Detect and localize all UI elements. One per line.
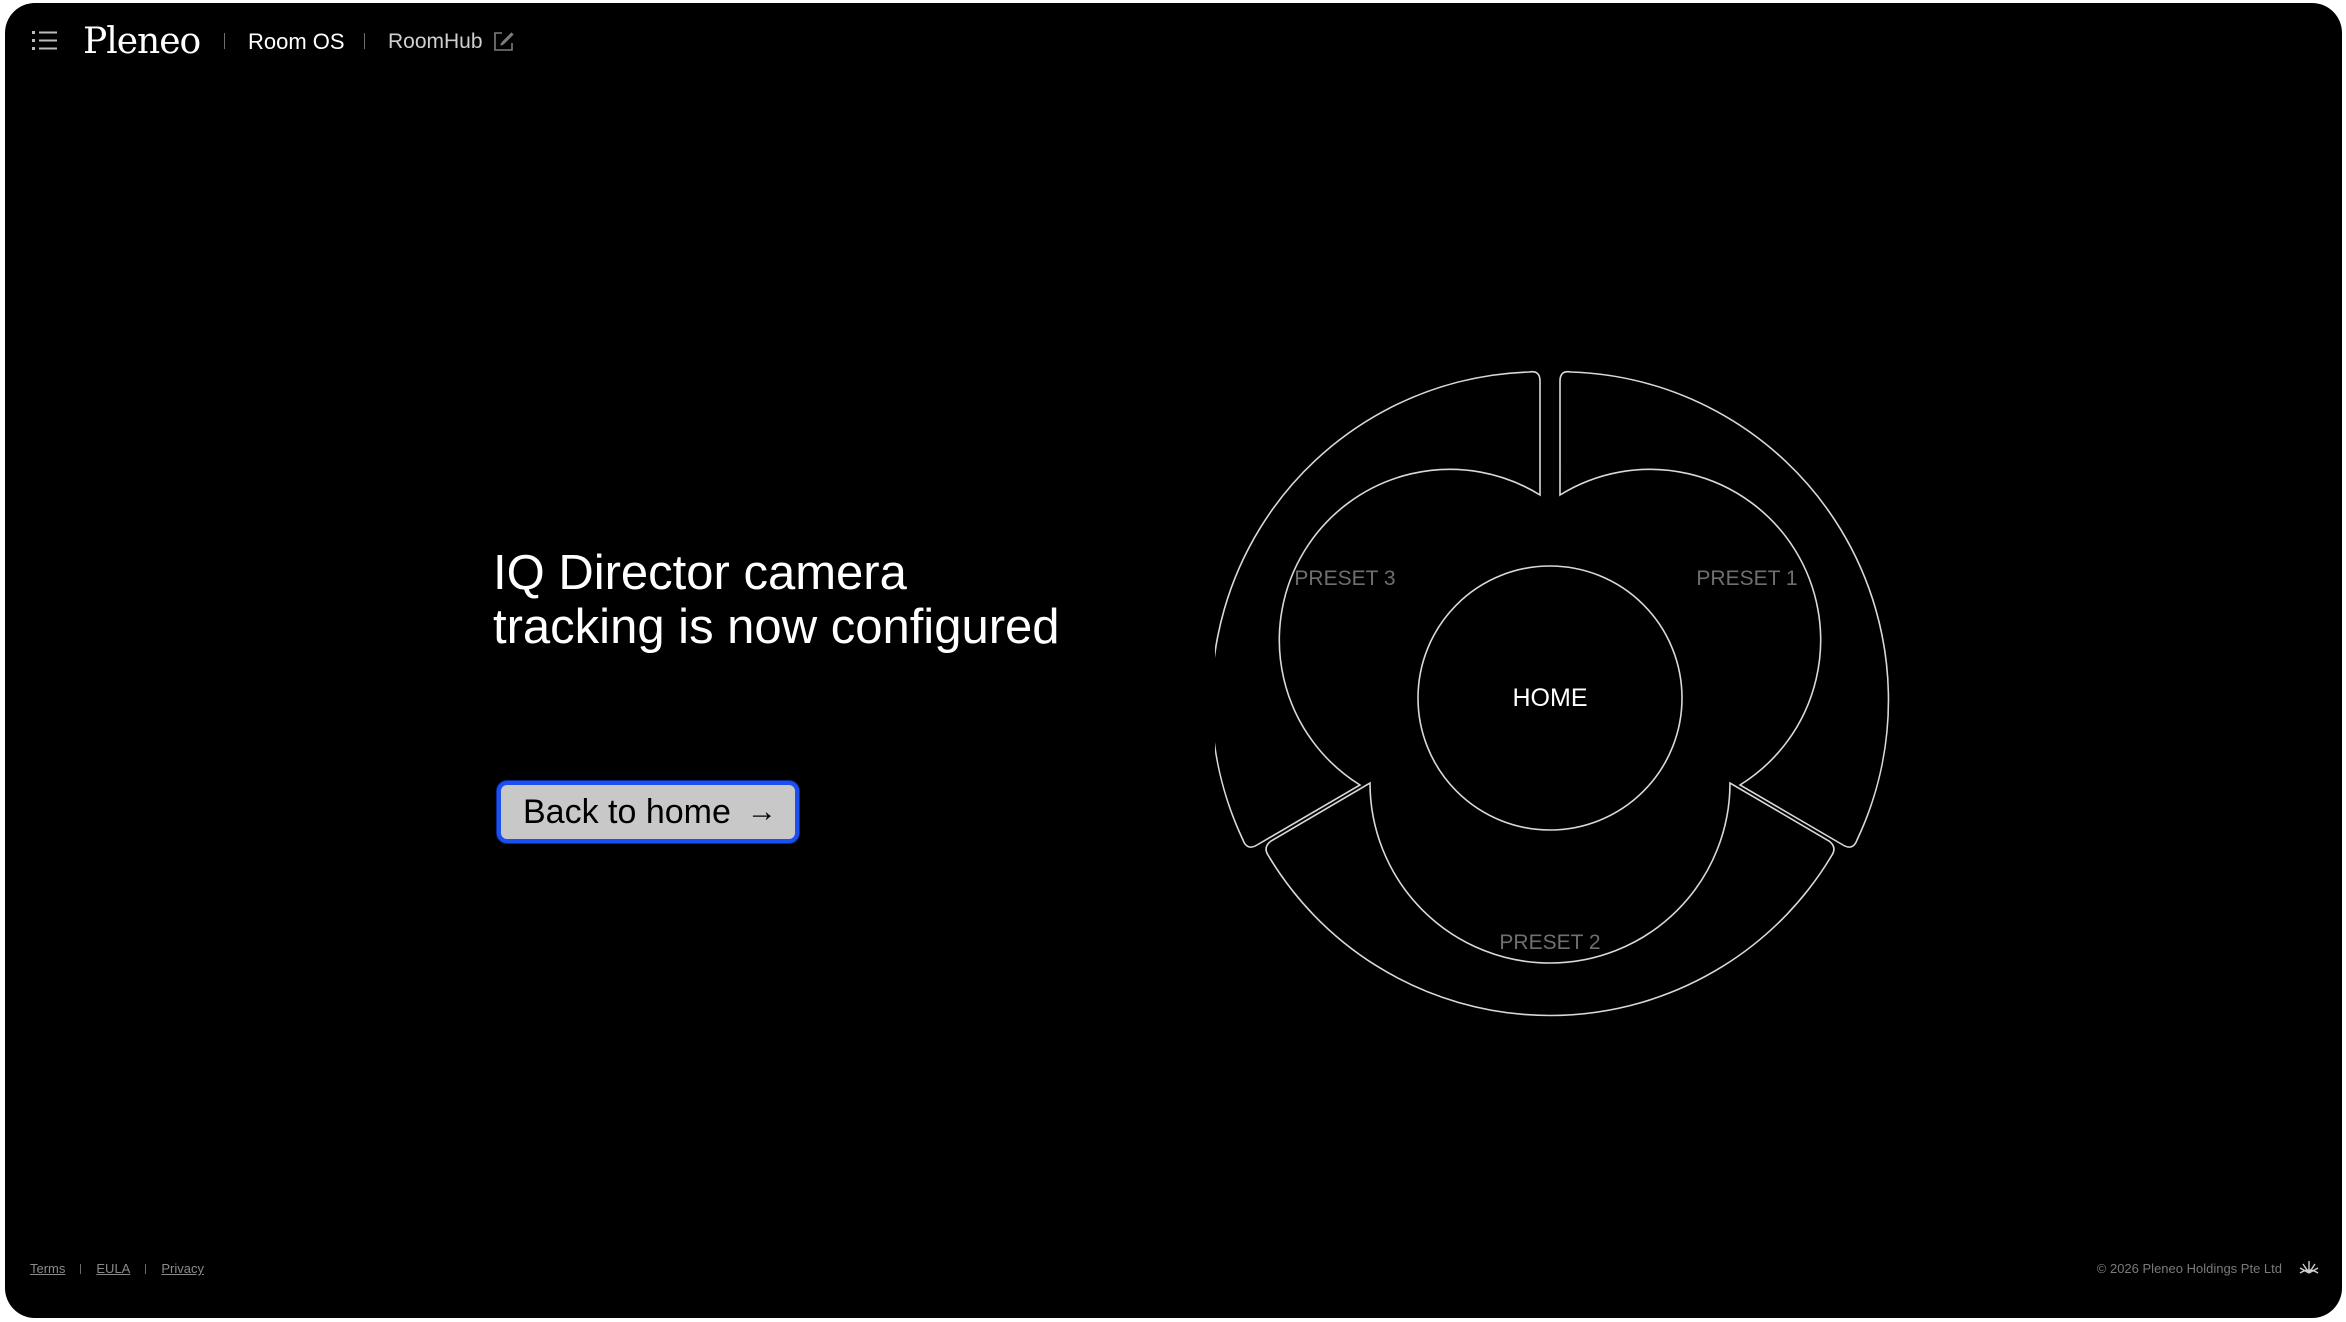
breadcrumb-separator	[364, 33, 365, 49]
camera-preset-wheel: PRESET 1 PRESET 2 PRESET 3 HOME	[1210, 363, 1895, 1043]
pleneo-mark-icon	[2298, 1257, 2320, 1277]
back-to-home-label: Back to home	[523, 792, 731, 831]
copyright-text: © 2026 Pleneo Holdings Pte Ltd	[2096, 1261, 2282, 1276]
preset-3-label: PRESET 3	[1294, 567, 1395, 590]
footer-separator	[145, 1263, 147, 1274]
preset-1-label: PRESET 1	[1696, 567, 1797, 590]
footer-links: Terms EULA Privacy	[30, 1261, 204, 1276]
preset-2-label: PRESET 2	[1499, 931, 1600, 954]
edit-icon[interactable]	[491, 30, 515, 54]
footer-separator	[80, 1263, 82, 1274]
breadcrumb-separator	[224, 33, 225, 49]
page-title-line: tracking is now configured	[493, 600, 1060, 654]
breadcrumb-roomhub[interactable]: RoomHub	[388, 27, 483, 57]
arrow-right-icon: →	[746, 795, 777, 828]
menu-icon[interactable]	[30, 29, 64, 53]
home-label: HOME	[1513, 684, 1588, 712]
page-title: IQ Director camera tracking is now confi…	[493, 546, 1193, 654]
terms-link[interactable]: Terms	[30, 1261, 65, 1276]
breadcrumb-room-os[interactable]: Room OS	[248, 27, 345, 57]
top-bar: Pleneo Room OS RoomHub	[5, 3, 2342, 83]
back-to-home-button[interactable]: Back to home →	[497, 781, 799, 843]
app-screen: Pleneo Room OS RoomHub IQ Director camer…	[5, 3, 2342, 1318]
eula-link[interactable]: EULA	[96, 1261, 130, 1276]
privacy-link[interactable]: Privacy	[161, 1261, 204, 1276]
pleneo-logo[interactable]: Pleneo	[83, 17, 201, 67]
page-title-line: IQ Director camera	[493, 546, 907, 600]
